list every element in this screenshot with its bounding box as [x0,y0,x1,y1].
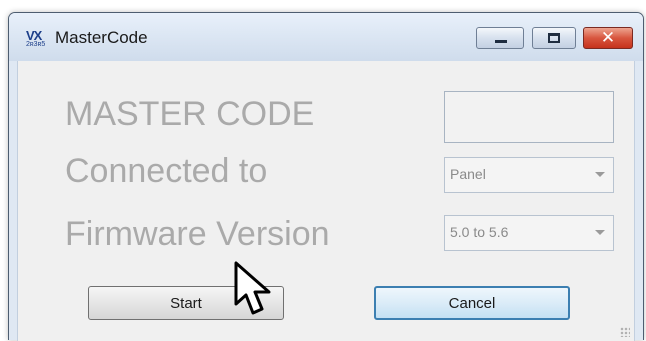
maximize-icon [548,33,560,43]
close-button[interactable]: ✕ [583,27,633,49]
vx-logo-icon: VX 2ʀ3ʀ5 [26,29,48,51]
chevron-down-icon[interactable] [595,230,605,235]
close-icon: ✕ [600,28,616,48]
chevron-down-icon[interactable] [595,172,605,177]
firmware-version-select[interactable]: 5.0 to 5.6 [444,215,614,251]
master-code-field[interactable] [444,91,614,143]
minimize-icon [495,40,507,43]
dialog-body: MASTER CODE Connected to Panel Firmware … [17,61,635,341]
maximize-button[interactable] [532,27,576,49]
connected-to-value: Panel [450,166,486,182]
minimize-button[interactable] [476,27,524,49]
firmware-version-value: 5.0 to 5.6 [450,224,509,240]
connected-to-label: Connected to [65,152,268,190]
mouse-pointer-icon [234,261,271,315]
firmware-version-label: Firmware Version [65,215,330,253]
connected-to-select[interactable]: Panel [444,157,614,193]
master-code-label: MASTER CODE [65,95,315,133]
resize-grip-icon[interactable] [620,327,630,337]
cancel-button[interactable]: Cancel [374,286,570,320]
app-icon-subtext: 2ʀ3ʀ5 [26,41,46,48]
mastercode-window: VX 2ʀ3ʀ5 MasterCode ✕ MASTER CODE Connec… [8,12,644,341]
title-bar[interactable]: VX 2ʀ3ʀ5 MasterCode ✕ [9,13,643,61]
window-title: MasterCode [55,28,148,47]
